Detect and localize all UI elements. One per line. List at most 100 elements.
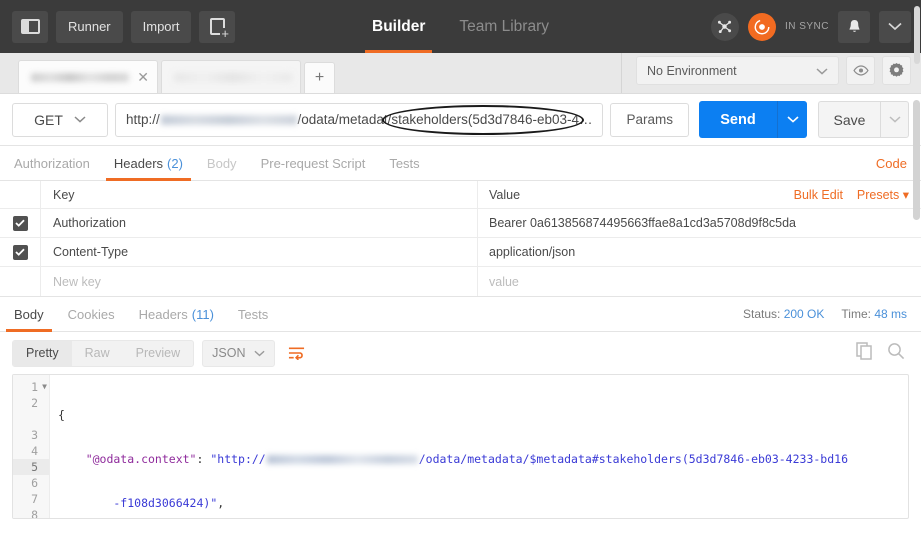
tab-headers[interactable]: Headers (2) bbox=[105, 146, 191, 181]
table-row[interactable]: Authorization Bearer 0a613856874495663ff… bbox=[0, 209, 921, 238]
tab-authorization[interactable]: Authorization bbox=[14, 146, 90, 181]
tab-tests[interactable]: Tests bbox=[389, 146, 419, 181]
line-number: 4 bbox=[31, 444, 38, 458]
headers-table: Key Value Bulk Edit Presets ▾ Authorizat… bbox=[0, 181, 921, 297]
view-mode-pretty[interactable]: Pretty bbox=[13, 340, 72, 366]
code-line-2-cont: -f108d3066424)", bbox=[58, 496, 225, 510]
new-header-value-input[interactable]: value bbox=[478, 267, 921, 296]
row-checkbox-content-type[interactable] bbox=[12, 244, 28, 260]
save-options-button[interactable] bbox=[880, 101, 909, 138]
row-checkbox-cell bbox=[0, 238, 41, 266]
close-icon[interactable]: ✕ bbox=[137, 70, 149, 84]
line-number: 7 bbox=[31, 492, 38, 506]
header-key-authorization[interactable]: Authorization bbox=[41, 209, 478, 237]
save-button-group: Save bbox=[818, 101, 909, 138]
line-number-gutter: 1 ▼ 2 3 4 5 6 7 8 bbox=[13, 375, 50, 518]
response-meta: Status: 200 OK Time: 48 ms bbox=[743, 307, 907, 321]
response-tab-body[interactable]: Body bbox=[6, 297, 52, 332]
search-button[interactable] bbox=[887, 342, 905, 365]
row-checkbox-authorization[interactable] bbox=[12, 215, 28, 231]
new-tab-icon bbox=[209, 18, 230, 40]
response-tab-tests[interactable]: Tests bbox=[238, 297, 268, 332]
line-number bbox=[13, 411, 49, 427]
response-body-code: { "@odata.context": "http:///odata/metad… bbox=[50, 375, 908, 518]
new-header-key-input[interactable]: New key bbox=[41, 267, 478, 296]
sidebar-toggle-button[interactable] bbox=[12, 10, 48, 43]
table-row-new[interactable]: New key value bbox=[0, 267, 921, 296]
account-menu-button[interactable] bbox=[879, 10, 911, 43]
view-mode-preview[interactable]: Preview bbox=[123, 341, 193, 366]
row-checkbox-cell bbox=[0, 267, 41, 296]
url-input[interactable]: http:// /odata/metadat/stakeholders(5d3d7… bbox=[115, 102, 604, 137]
check-icon bbox=[15, 219, 25, 227]
request-tab-strip: ✕ + No Environment bbox=[0, 53, 921, 94]
request-section-tabs: Authorization Headers (2) Body Pre-reques… bbox=[0, 146, 921, 181]
header-value-authorization[interactable]: Bearer 0a613856874495663ffae8a1cd3a5708d… bbox=[478, 209, 921, 237]
row-checkbox-cell bbox=[0, 209, 41, 237]
column-header-key: Key bbox=[41, 181, 478, 208]
response-tab-headers-label: Headers bbox=[138, 306, 188, 322]
tab-headers-count: (2) bbox=[167, 155, 183, 171]
view-mode-raw[interactable]: Raw bbox=[72, 341, 123, 366]
eye-icon bbox=[852, 65, 869, 76]
tab-pre-request-script[interactable]: Pre-request Script bbox=[261, 146, 366, 181]
tab-builder[interactable]: Builder bbox=[364, 0, 433, 53]
header-key-content-type[interactable]: Content-Type bbox=[41, 238, 478, 266]
presets-dropdown[interactable]: Bulk Edit Presets ▾ bbox=[794, 187, 921, 202]
copy-button[interactable] bbox=[856, 341, 873, 365]
response-body-viewer[interactable]: 1 ▼ 2 3 4 5 6 7 8 { "@odata.context": "ht… bbox=[12, 374, 909, 519]
code-link[interactable]: Code bbox=[876, 156, 907, 171]
sync-status-label: IN SYNC bbox=[784, 21, 829, 32]
tab-body[interactable]: Body bbox=[207, 146, 237, 181]
new-request-button[interactable] bbox=[199, 10, 236, 43]
status-badge: Status: 200 OK bbox=[743, 307, 824, 321]
response-format-value: JSON bbox=[212, 346, 246, 360]
sidebar-panel-icon bbox=[20, 19, 40, 34]
response-section-tabs: Body Cookies Headers (11) Tests Status: 2… bbox=[0, 297, 921, 332]
request-tab-1[interactable]: ✕ bbox=[18, 60, 158, 93]
response-tab-cookies[interactable]: Cookies bbox=[68, 297, 115, 332]
send-options-button[interactable] bbox=[777, 101, 807, 138]
save-button[interactable]: Save bbox=[818, 101, 880, 138]
chevron-down-icon bbox=[786, 116, 799, 123]
notifications-button[interactable] bbox=[838, 10, 870, 43]
import-button[interactable]: Import bbox=[130, 10, 192, 43]
environment-select[interactable]: No Environment bbox=[636, 56, 839, 85]
code-line-2: "@odata.context": "http:///odata/metadat… bbox=[58, 452, 848, 466]
header-value-content-type[interactable]: application/json bbox=[478, 238, 921, 266]
response-format-select[interactable]: JSON bbox=[202, 339, 276, 367]
status-value: 200 OK bbox=[783, 307, 825, 321]
bell-icon bbox=[848, 20, 860, 32]
sync-status-icon[interactable] bbox=[747, 12, 776, 41]
send-button[interactable]: Send bbox=[699, 101, 777, 138]
line-number: 6 bbox=[31, 476, 38, 490]
page-scrollbar[interactable] bbox=[913, 100, 920, 220]
headers-table-header-row: Key Value Bulk Edit Presets ▾ bbox=[0, 181, 921, 209]
response-tab-headers-count: (11) bbox=[191, 306, 214, 322]
response-tab-headers[interactable]: Headers (11) bbox=[139, 297, 214, 332]
request-tab-2[interactable] bbox=[161, 60, 301, 93]
wrap-lines-button[interactable] bbox=[283, 340, 309, 366]
url-resource-path: /stakeholders(5d3d7846-eb03-4… bbox=[387, 112, 593, 127]
copy-icon bbox=[856, 341, 872, 360]
environment-settings-button[interactable] bbox=[882, 56, 911, 85]
check-icon bbox=[15, 248, 25, 256]
environment-select-value: No Environment bbox=[647, 63, 737, 78]
send-button-group: Send bbox=[699, 101, 807, 138]
atom-icon[interactable] bbox=[710, 12, 739, 41]
http-method-select[interactable]: GET bbox=[12, 102, 108, 137]
environment-quick-look-button[interactable] bbox=[846, 56, 875, 85]
bulk-edit-link[interactable]: Bulk Edit bbox=[794, 188, 843, 202]
runner-button[interactable]: Runner bbox=[56, 10, 123, 43]
fold-arrow-icon[interactable]: ▼ bbox=[42, 379, 47, 395]
line-number: 2 bbox=[31, 396, 38, 410]
code-line-1: { bbox=[58, 408, 65, 422]
app-header: Runner Import Builder Team Library bbox=[0, 0, 921, 53]
params-button[interactable]: Params bbox=[610, 102, 689, 137]
page-scrollbar-top[interactable] bbox=[914, 6, 920, 64]
line-number: 8 bbox=[31, 508, 38, 519]
table-row[interactable]: Content-Type application/json bbox=[0, 238, 921, 267]
add-tab-button[interactable]: + bbox=[304, 62, 335, 93]
tab-team-library[interactable]: Team Library bbox=[459, 0, 549, 53]
presets-label: Presets ▾ bbox=[856, 188, 909, 202]
